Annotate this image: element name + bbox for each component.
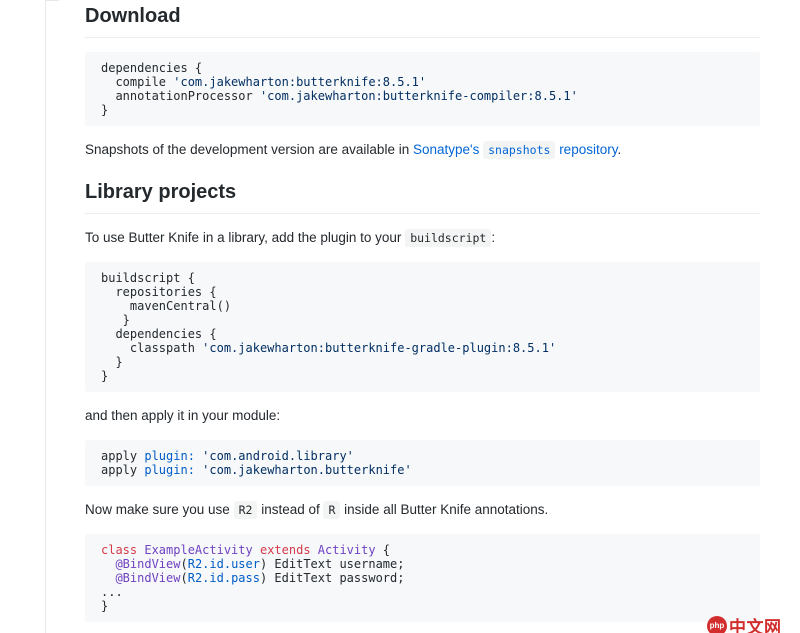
code-line: apply plugin: 'com.jakewharton.butterkni… <box>101 463 744 477</box>
readme-content: Download dependencies { compile 'com.jak… <box>85 0 760 633</box>
code-token-plain: } <box>101 355 123 369</box>
code-line: } <box>101 599 744 613</box>
text-text: and then apply it in your module: <box>85 408 280 423</box>
code-token-string: 'com.jakewharton:butterknife-gradle-plug… <box>202 341 556 355</box>
code-token-plain <box>101 571 115 585</box>
code-token-string: 'com.jakewharton:butterknife:8.5.1' <box>173 75 426 89</box>
code-block-dependencies: dependencies { compile 'com.jakewharton:… <box>85 52 760 126</box>
code-token-plain: ... <box>101 585 123 599</box>
code-token-plain: ( <box>180 557 187 571</box>
text-text: : <box>491 230 495 245</box>
code-line: } <box>101 313 744 327</box>
code-token-plain: buildscript { <box>101 271 195 285</box>
code-line: apply plugin: 'com.android.library' <box>101 449 744 463</box>
code-token-entity: Activity <box>318 543 376 557</box>
code-line: compile 'com.jakewharton:butterknife:8.5… <box>101 75 744 89</box>
code-line: repositories { <box>101 285 744 299</box>
section-heading-library-projects: Library projects <box>85 180 760 214</box>
code-line: buildscript { <box>101 271 744 285</box>
repository-link[interactable]: repository <box>559 142 617 157</box>
text-text: Now make sure you use <box>85 502 234 517</box>
code-token-plain <box>101 557 115 571</box>
code-line: @BindView(R2.id.pass) EditText password; <box>101 571 744 585</box>
paragraph-snapshots: Snapshots of the development version are… <box>85 140 760 160</box>
code-token-plain <box>311 543 318 557</box>
text-text: inside all Butter Knife annotations. <box>340 502 548 517</box>
code-line: } <box>101 369 744 383</box>
code-token-constant: R2.id.user <box>188 557 260 571</box>
code-token-plain: dependencies { <box>101 61 202 75</box>
code-token-plain: apply <box>101 463 144 477</box>
phpcn-logo-text: 中文网 <box>729 613 782 633</box>
code-token-entity: @BindView <box>115 571 180 585</box>
code-block-buildscript: buildscript { repositories { mavenCentra… <box>85 262 760 392</box>
code-line: dependencies { <box>101 61 744 75</box>
code-token-plain <box>253 543 260 557</box>
code-token-plain: } <box>101 599 108 613</box>
code-token-constant: R2.id.pass <box>188 571 260 585</box>
code-line: classpath 'com.jakewharton:butterknife-g… <box>101 341 744 355</box>
code-line: dependencies { <box>101 327 744 341</box>
r2-inline-code: R2 <box>234 501 258 519</box>
phpcn-logo-icon: php <box>707 616 727 633</box>
readme-top-border <box>45 0 59 1</box>
code-token-entity: @BindView <box>115 557 180 571</box>
readme-left-border <box>45 0 46 633</box>
code-token-plain: ) EditText password; <box>260 571 405 585</box>
code-token-plain: { <box>376 543 390 557</box>
text-text: instead of <box>257 502 323 517</box>
code-token-plain: compile <box>101 75 173 89</box>
buildscript-inline-code: buildscript <box>405 229 491 247</box>
code-block-example-activity: class ExampleActivity extends Activity {… <box>85 534 760 622</box>
code-token-plain: annotationProcessor <box>101 89 260 103</box>
text-text: Snapshots of the development version are… <box>85 142 413 157</box>
code-token-plain: apply <box>101 449 144 463</box>
code-block-apply-plugin: apply plugin: 'com.android.library'apply… <box>85 440 760 486</box>
code-token-plain: } <box>101 369 108 383</box>
code-token-keyword: extends <box>260 543 311 557</box>
code-line: } <box>101 103 744 117</box>
code-token-constant: plugin: <box>144 463 195 477</box>
code-line: @BindView(R2.id.user) EditText username; <box>101 557 744 571</box>
r-inline-code: R <box>323 501 340 519</box>
code-line: annotationProcessor 'com.jakewharton:but… <box>101 89 744 103</box>
text-text: . <box>617 142 621 157</box>
code-token-constant: plugin: <box>144 449 195 463</box>
code-line: } <box>101 355 744 369</box>
code-token-entity: ExampleActivity <box>144 543 252 557</box>
code-token-string: 'com.jakewharton:butterknife-compiler:8.… <box>260 89 578 103</box>
paragraph-apply-module: and then apply it in your module: <box>85 406 760 426</box>
code-token-plain: ( <box>180 571 187 585</box>
paragraph-buildscript: To use Butter Knife in a library, add th… <box>85 228 760 248</box>
paragraph-r2-note: Now make sure you use R2 instead of R in… <box>85 500 760 520</box>
code-token-plain: ) EditText username; <box>260 557 405 571</box>
code-token-plain: classpath <box>101 341 202 355</box>
sonatype-link[interactable]: Sonatype's <box>413 142 479 157</box>
code-token-plain: dependencies { <box>101 327 217 341</box>
code-line: ... <box>101 585 744 599</box>
phpcn-watermark: php 中文网 <box>707 613 782 633</box>
code-token-plain: mavenCentral() <box>101 299 231 313</box>
code-token-plain: } <box>101 313 130 327</box>
code-token-plain: repositories { <box>101 285 217 299</box>
code-token-plain: } <box>101 103 108 117</box>
code-line: mavenCentral() <box>101 299 744 313</box>
section-heading-download: Download <box>85 4 760 38</box>
code-token-string: 'com.android.library' <box>202 449 354 463</box>
text-text: To use Butter Knife in a library, add th… <box>85 230 405 245</box>
snapshots-code-link[interactable]: snapshots <box>483 141 555 159</box>
code-token-string: 'com.jakewharton.butterknife' <box>202 463 412 477</box>
code-line: class ExampleActivity extends Activity { <box>101 543 744 557</box>
code-token-keyword: class <box>101 543 137 557</box>
